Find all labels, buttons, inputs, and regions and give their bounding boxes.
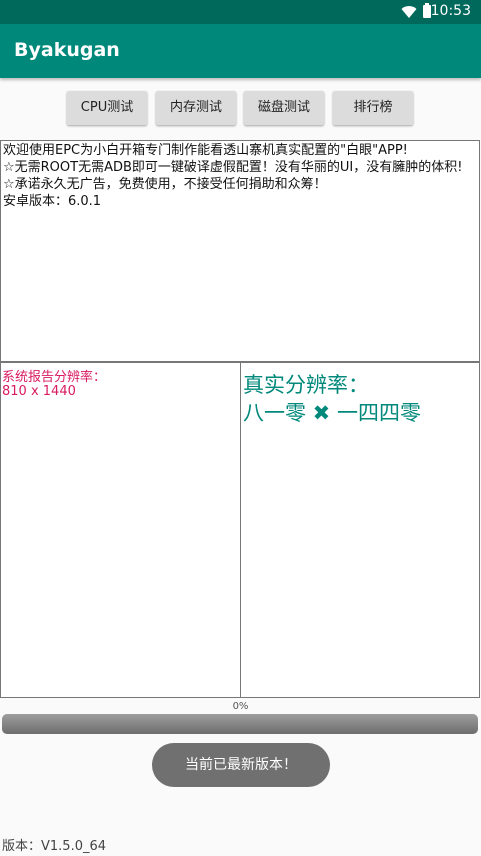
app-bar: Byakugan xyxy=(0,24,481,78)
memory-test-button[interactable]: 内存测试 xyxy=(156,91,236,125)
real-resolution-panel: 真实分辨率： 八一零 ✖ 一四四零 xyxy=(240,362,480,698)
info-textbox[interactable]: 欢迎使用EPC为小白开箱专门制作能看透山寨机真实配置的"白眼"APP! ☆无需R… xyxy=(0,140,480,362)
wifi-icon xyxy=(401,6,417,18)
real-resolution-value: 八一零 ✖ 一四四零 xyxy=(243,401,421,425)
reported-resolution-value: 810 x 1440 xyxy=(2,384,76,399)
real-resolution-label: 真实分辨率： xyxy=(243,373,369,397)
ranking-button[interactable]: 排行榜 xyxy=(333,91,413,125)
progress-percent: 0% xyxy=(232,701,249,712)
info-line-android-version: 安卓版本：6.0.1 xyxy=(3,194,102,209)
reported-resolution-panel: 系统报告分辨率： 810 x 1440 xyxy=(0,362,241,698)
progress-bar xyxy=(2,714,478,734)
info-line-no-ads: ☆承诺永久无广告，免费使用，不接受任何捐助和众筹！ xyxy=(3,177,327,192)
status-time: 10:53 xyxy=(430,3,471,19)
status-bar: 10:53 xyxy=(0,0,481,24)
version-label: 版本：V1.5.0_64 xyxy=(2,839,107,854)
toast-message: 当前已最新版本！ xyxy=(152,743,330,787)
reported-resolution-label: 系统报告分辨率： xyxy=(2,370,107,385)
test-toolbar: CPU测试 内存测试 磁盘测试 排行榜 xyxy=(0,91,481,127)
disk-test-button[interactable]: 磁盘测试 xyxy=(244,91,324,125)
app-title: Byakugan xyxy=(14,39,120,61)
info-line-welcome: 欢迎使用EPC为小白开箱专门制作能看透山寨机真实配置的"白眼"APP! xyxy=(3,143,408,158)
info-line-no-root: ☆无需ROOT无需ADB即可一键破译虚假配置！没有华丽的UI，没有臃肿的体积! xyxy=(3,160,463,175)
cpu-test-button[interactable]: CPU测试 xyxy=(67,91,147,125)
